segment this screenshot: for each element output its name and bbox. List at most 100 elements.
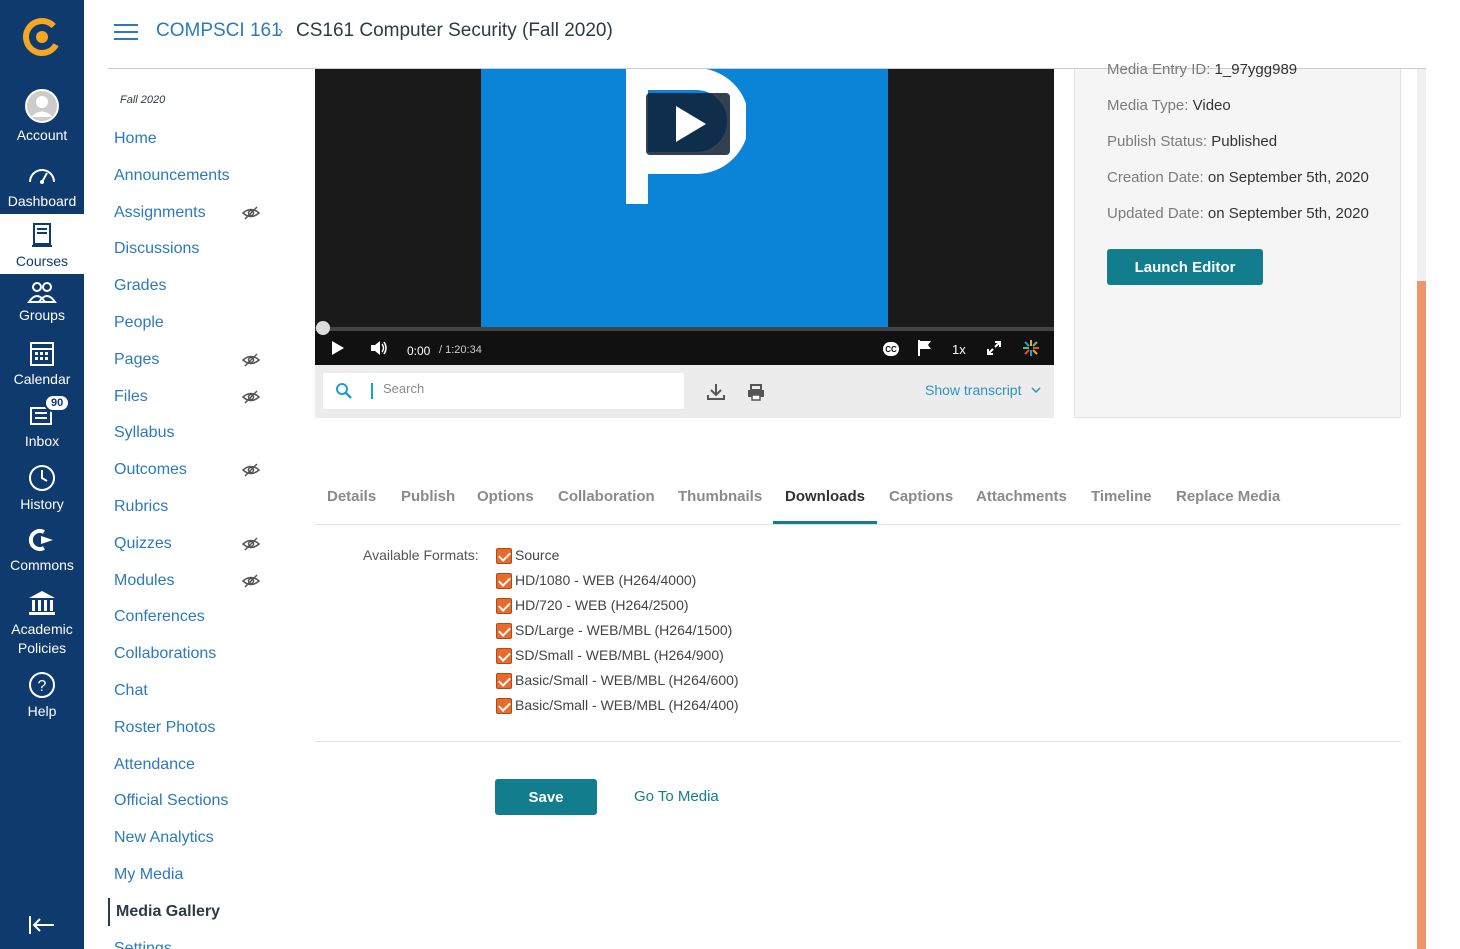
course-nav-new-analytics[interactable]: New Analytics <box>114 824 214 852</box>
course-nav-discussions[interactable]: Discussions <box>114 235 199 263</box>
format-checkbox[interactable] <box>496 598 512 614</box>
course-nav-label: Attendance <box>114 756 195 773</box>
show-transcript-toggle[interactable]: Show transcript <box>925 382 1041 398</box>
tab-captions[interactable]: Captions <box>889 488 953 505</box>
format-option[interactable]: Source <box>496 547 559 564</box>
video-player[interactable]: 0:00 / 1:20:34 CC 1x <box>315 69 1054 365</box>
global-nav-courses[interactable]: Courses <box>0 214 84 274</box>
course-nav-modules[interactable]: Modules <box>114 567 284 595</box>
format-checkbox[interactable] <box>496 623 512 639</box>
duration: / 1:20:34 <box>439 344 482 356</box>
course-nav-files[interactable]: Files <box>114 383 284 411</box>
canvas-logo-icon[interactable] <box>22 16 62 58</box>
progress-bar[interactable] <box>315 321 1054 335</box>
global-nav-groups[interactable]: Groups <box>0 280 84 323</box>
kaltura-logo-icon[interactable] <box>1023 340 1039 356</box>
course-nav-assignments[interactable]: Assignments <box>114 199 284 227</box>
tab-details[interactable]: Details <box>327 488 376 505</box>
global-nav-account[interactable]: Account <box>0 88 84 143</box>
course-nav-people[interactable]: People <box>114 309 164 337</box>
tab-timeline[interactable]: Timeline <box>1091 488 1152 505</box>
course-nav-label: Rubrics <box>114 498 169 515</box>
hamburger-menu-icon[interactable] <box>114 24 138 44</box>
global-nav-academic-policies[interactable]: Academic Policies <box>0 589 84 658</box>
course-nav-settings[interactable]: Settings <box>114 935 172 949</box>
play-icon <box>676 106 706 142</box>
global-nav-dashboard[interactable]: Dashboard <box>0 160 84 209</box>
media-details-panel: Media Entry ID: 1_97ygg989 Media Type: V… <box>1074 61 1401 418</box>
course-nav-label: Modules <box>114 572 175 589</box>
course-nav-collaborations[interactable]: Collaborations <box>114 640 216 668</box>
course-nav-roster-photos[interactable]: Roster Photos <box>114 714 215 742</box>
hidden-eye-icon <box>242 463 260 477</box>
page-header: COMPSCI 161 › CS161 Computer Security (F… <box>108 0 1426 69</box>
course-nav-chat[interactable]: Chat <box>114 677 148 705</box>
detail-label: Updated Date: <box>1107 205 1204 222</box>
detail-publish-status: Publish Status: Published <box>1107 133 1277 150</box>
big-play-button[interactable] <box>646 93 730 155</box>
global-nav-inbox[interactable]: 90 Inbox <box>0 394 84 449</box>
course-nav-label: Quizzes <box>114 535 172 552</box>
global-nav-help[interactable]: ? Help <box>0 670 84 719</box>
course-nav-quizzes[interactable]: Quizzes <box>114 530 284 558</box>
flag-icon[interactable] <box>918 340 932 356</box>
closed-captions-icon[interactable]: CC <box>883 342 899 356</box>
global-nav-history[interactable]: History <box>0 463 84 512</box>
download-icon[interactable] <box>707 383 725 401</box>
course-nav-announcements[interactable]: Announcements <box>114 162 230 190</box>
tab-options[interactable]: Options <box>477 488 534 505</box>
format-option[interactable]: HD/1080 - WEB (H264/4000) <box>496 572 696 589</box>
format-checkbox[interactable] <box>496 548 512 564</box>
tab-thumbnails[interactable]: Thumbnails <box>678 488 762 505</box>
scrollbar-thumb[interactable] <box>1417 281 1426 949</box>
go-to-media-link[interactable]: Go To Media <box>634 788 719 805</box>
tab-replace-media[interactable]: Replace Media <box>1176 488 1280 505</box>
print-icon[interactable] <box>747 383 765 401</box>
launch-editor-button[interactable]: Launch Editor <box>1107 249 1263 285</box>
tab-attachments[interactable]: Attachments <box>976 488 1067 505</box>
format-checkbox[interactable] <box>496 573 512 589</box>
course-nav-home[interactable]: Home <box>114 125 157 153</box>
course-nav-media-gallery[interactable]: Media Gallery <box>108 898 220 926</box>
course-nav-outcomes[interactable]: Outcomes <box>114 456 284 484</box>
course-nav-rubrics[interactable]: Rubrics <box>114 493 168 521</box>
course-nav-my-media[interactable]: My Media <box>114 861 183 889</box>
tab-collaboration[interactable]: Collaboration <box>558 488 655 505</box>
transcript-search-input[interactable] <box>383 381 663 396</box>
breadcrumb-course-code[interactable]: COMPSCI 161 <box>156 20 282 42</box>
courses-icon <box>32 223 52 247</box>
format-checkbox[interactable] <box>496 648 512 664</box>
detail-value: Video <box>1192 97 1231 114</box>
course-nav-pages[interactable]: Pages <box>114 346 284 374</box>
format-option[interactable]: HD/720 - WEB (H264/2500) <box>496 597 689 614</box>
format-option[interactable]: Basic/Small - WEB/MBL (H264/600) <box>496 672 739 689</box>
course-nav-label: Conferences <box>114 608 205 625</box>
playback-speed[interactable]: 1x <box>952 342 966 357</box>
progress-scrubber[interactable] <box>316 321 330 335</box>
collapse-nav-icon[interactable] <box>28 914 56 936</box>
volume-icon[interactable] <box>371 340 389 356</box>
global-nav-calendar[interactable]: Calendar <box>0 338 84 387</box>
global-nav-commons[interactable]: Commons <box>0 526 84 573</box>
tab-publish[interactable]: Publish <box>401 488 455 505</box>
format-checkbox[interactable] <box>496 673 512 689</box>
course-nav-official-sections[interactable]: Official Sections <box>114 787 228 815</box>
format-option[interactable]: SD/Small - WEB/MBL (H264/900) <box>496 647 724 664</box>
show-transcript-label: Show transcript <box>925 382 1022 398</box>
dashboard-icon <box>29 169 55 184</box>
format-option[interactable]: SD/Large - WEB/MBL (H264/1500) <box>496 622 732 639</box>
tab-downloads[interactable]: Downloads <box>785 488 865 505</box>
course-nav-conferences[interactable]: Conferences <box>114 603 205 631</box>
svg-text:?: ? <box>38 678 47 695</box>
course-nav-label: Chat <box>114 682 148 699</box>
format-label: Basic/Small - WEB/MBL (H264/600) <box>515 672 739 688</box>
course-nav-grades[interactable]: Grades <box>114 272 166 300</box>
course-nav-attendance[interactable]: Attendance <box>114 751 195 779</box>
course-nav-syllabus[interactable]: Syllabus <box>114 419 174 447</box>
format-option[interactable]: Basic/Small - WEB/MBL (H264/400) <box>496 697 739 714</box>
play-icon[interactable] <box>331 341 345 355</box>
global-nav-label: Account <box>16 127 68 143</box>
format-checkbox[interactable] <box>496 698 512 714</box>
save-button[interactable]: Save <box>495 779 597 815</box>
fullscreen-icon[interactable] <box>987 341 1001 355</box>
